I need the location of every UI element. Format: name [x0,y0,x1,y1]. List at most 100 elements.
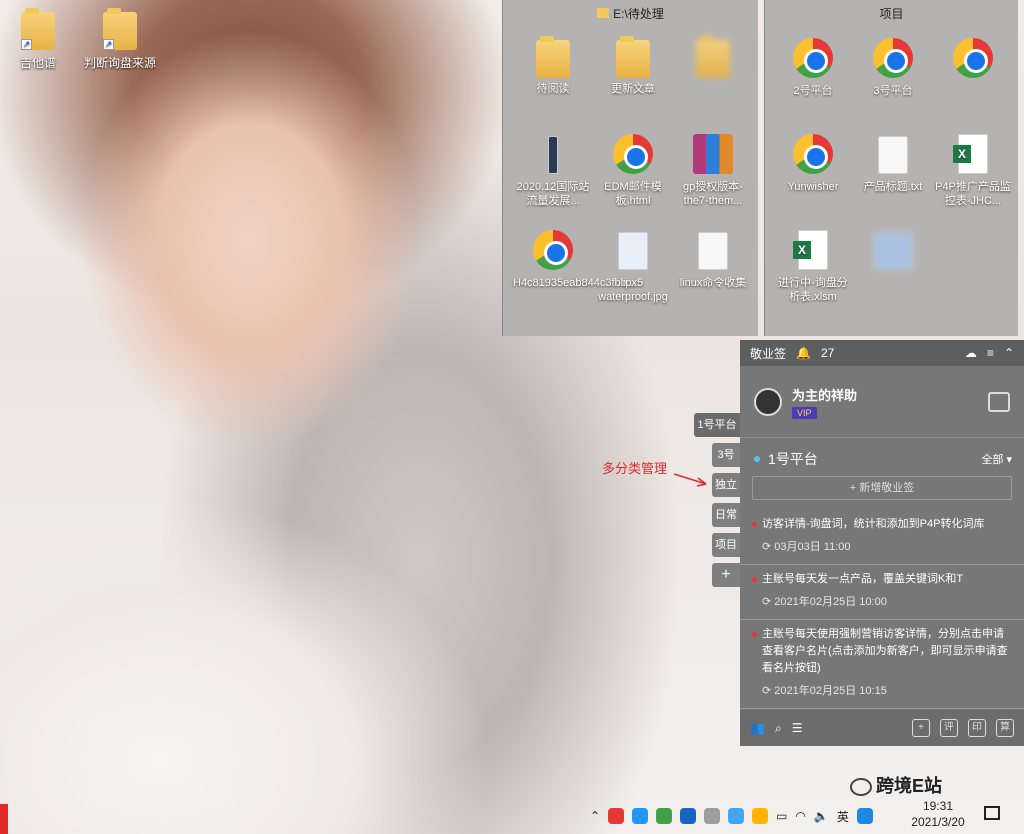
list-icon[interactable]: ☰ [792,721,803,735]
sticky-notes-window[interactable]: 敬业签 🔔 27 ☁ ≡ ⌃ 为主的祥助 VIP 1号平台 全部 ▾ + 新增敬… [740,340,1024,746]
explorer-projects-window[interactable]: 项目 2号平台 3号平台 Yunwisher 产品标题.txt P4P推广产品监… [764,0,1018,336]
explorer-item[interactable]: ipx5 waterproof.jpg [593,226,673,318]
note-item[interactable]: 访客详情-询盘词，统计和添加到P4P转化词库 ⟳ 03月03日 11:00 [740,510,1024,565]
rar-icon [693,134,733,174]
desktop-icon-guitar[interactable]: ↗ 吉他谱 [2,8,74,71]
side-tab-3[interactable]: 3号 [712,443,740,467]
user-section: 为主的祥助 VIP [740,366,1024,438]
desktop-icon-label: 判断询盘来源 [84,56,157,70]
explorer-item[interactable]: EDM邮件模板.html [593,130,673,222]
item-label: gp授权版本-the7-them... [683,181,743,207]
item-label: Yunwisher [787,181,839,193]
cloud-tray-icon[interactable] [704,808,721,824]
side-tab-project[interactable]: 项目 [712,533,740,557]
add-note-button[interactable]: + 新增敬业签 [752,476,1012,500]
contacts-icon[interactable]: 👥 [750,721,765,735]
app-header: 敬业签 🔔 27 ☁ ≡ ⌃ [740,340,1024,366]
category-title: 1号平台 [768,451,818,467]
notify-count: 27 [820,346,835,360]
item-label: P4P推广产品监控表-JHC... [935,181,1011,207]
wifi-icon[interactable]: ◠ [795,809,805,823]
image-icon [873,232,913,270]
explorer-item[interactable]: 更新文章 [593,34,673,126]
du-icon[interactable] [856,808,873,824]
side-tab-platform-1[interactable]: 1号平台 [694,413,740,437]
battery-icon[interactable]: ▭ [776,809,787,823]
folder-icon: ↗ [21,8,55,50]
tray-expand-icon[interactable]: ⌃ [590,809,600,823]
explorer-item[interactable]: gp授权版本-the7-them... [673,130,753,222]
desktop-icon-label: 吉他谱 [19,56,56,70]
user-name: 为主的祥助 [792,387,858,403]
app-tray-icon[interactable] [632,808,649,824]
wechat-icon [850,778,872,797]
explorer-item[interactable]: 待阅读 [513,34,593,126]
image-icon [548,136,558,174]
explorer-item[interactable]: linux命令收集 [673,226,753,318]
explorer-pending-window[interactable]: E:\待处理 待阅读 更新文章 2020.12国际站流量发展... EDM邮件模… [502,0,758,336]
notification-icon[interactable] [984,806,1000,820]
comment-button[interactable]: 评 [940,719,958,737]
explorer-item[interactable]: P4P推广产品监控表-JHC... [933,130,1013,222]
excel-icon [793,230,828,270]
app-tray-icon[interactable] [752,808,769,824]
item-label: H4c81935eab844c3fbb... [513,277,636,289]
note-item[interactable]: 主账号每天使用强制营销访客详情，分别点击申请查看客户名片(点击添加为新客户，即可… [740,620,1024,709]
annotation-arrow-icon [673,473,707,487]
side-tab-independent[interactable]: 独立 [712,473,740,497]
app-tray-icon[interactable] [680,808,697,824]
volume-icon[interactable]: 🔈 [814,809,829,823]
item-label: linux命令收集 [679,277,747,289]
app-tray-icon[interactable] [608,808,625,824]
chrome-icon [793,38,833,78]
item-label: 3号平台 [873,85,913,97]
explorer-item[interactable] [853,226,933,318]
explorer-item[interactable]: 2号平台 [773,34,853,126]
explorer-item[interactable] [933,34,1013,126]
item-label: 2020.12国际站流量发展... [516,181,590,207]
chrome-icon [793,134,833,174]
explorer-item[interactable]: Yunwisher [773,130,853,222]
cloud-icon[interactable]: ☁ [965,346,977,360]
doc-icon [878,136,908,174]
item-label: 产品标题.txt [863,181,923,193]
collapse-icon[interactable]: ⌃ [1004,346,1014,360]
category-header: 1号平台 全部 ▾ [740,438,1024,474]
explorer-item[interactable]: 3号平台 [853,34,933,126]
filter-dropdown[interactable]: 全部 ▾ [981,451,1012,467]
calendar-icon[interactable] [988,391,1010,412]
image-icon [618,232,648,270]
print-button[interactable]: 印 [968,719,986,737]
desktop-icon-inquiry-source[interactable]: ↗ 判断询盘来源 [84,8,157,71]
clock-time: 19:31 [922,799,954,813]
explorer-title: E:\待处理 [503,0,758,28]
add-icon[interactable]: + [912,719,930,737]
explorer-item[interactable]: 2020.12国际站流量发展... [513,130,593,222]
side-tab-add[interactable]: + [712,563,740,587]
app-name: 敬业签 [750,346,787,361]
menu-icon[interactable]: ≡ [987,346,994,360]
bell-icon[interactable]: 🔔 [796,346,811,360]
note-item[interactable]: 主账号每天发一点产品，覆盖关键词K和T ⟳ 2021年02月25日 10:00 [740,565,1024,620]
note-text: 主账号每天发一点产品，覆盖关键词K和T [762,573,964,585]
explorer-item[interactable]: 进行中-询盘分析表.xlsm [773,226,853,318]
ime-indicator[interactable]: 英 [837,808,849,825]
explorer-item[interactable] [673,34,753,126]
folder-icon [616,36,650,78]
note-text: 主账号每天使用强制营销访客详情，分别点击申请查看客户名片(点击添加为新客户，即可… [762,628,1008,674]
system-tray: ⌃ ▭ ◠ 🔈 英 [590,798,873,834]
clock[interactable]: 19:31 2021/3/20 [908,798,968,830]
explorer-item[interactable]: 产品标题.txt [853,130,933,222]
side-tab-daily[interactable]: 日常 [712,503,740,527]
wechat-tray-icon[interactable] [656,808,673,824]
doc-icon [698,232,728,270]
explorer-item[interactable]: H4c81935eab844c3fbb... [513,226,636,318]
explorer-title: 项目 [879,7,904,21]
search-icon[interactable]: ⌕ [775,721,782,736]
calculate-button[interactable]: 算 [996,719,1014,737]
chrome-icon [953,38,993,78]
chrome-icon [533,230,573,270]
avatar[interactable] [754,387,782,416]
clock-date: 2021/3/20 [911,815,965,829]
app-tray-icon[interactable] [728,808,745,824]
